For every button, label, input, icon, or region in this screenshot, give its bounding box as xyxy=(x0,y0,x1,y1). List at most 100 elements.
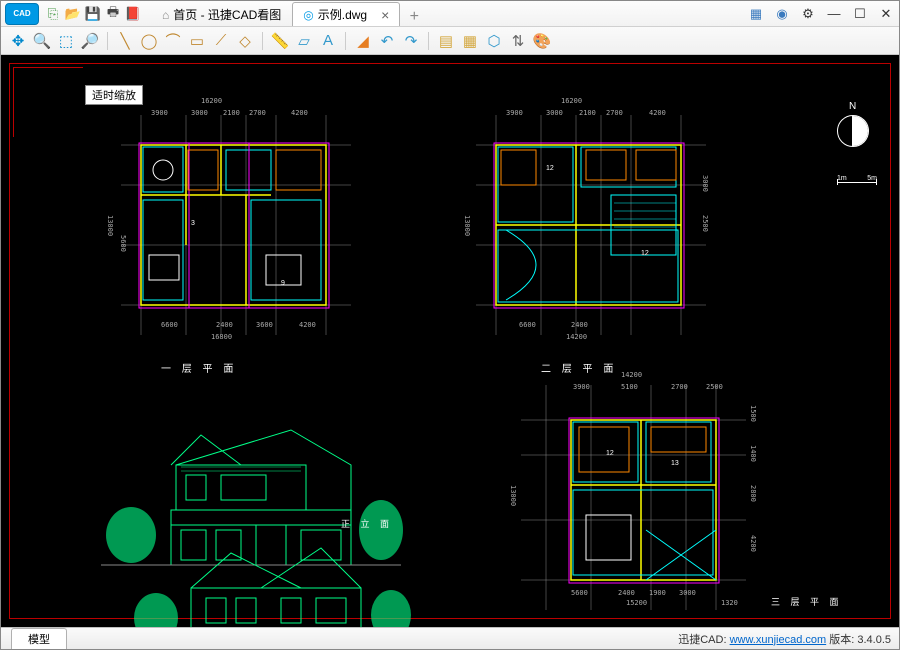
version-info: 迅捷CAD: www.xunjiecad.com 版本: 3.4.0.5 xyxy=(678,631,891,647)
dim: 16200 xyxy=(561,97,582,105)
polyline-icon[interactable]: ⟋ xyxy=(210,30,232,52)
tab-bar: ⌂ 首页 - 迅捷CAD看图 ◎ 示例.dwg × + xyxy=(151,1,747,26)
dim: 16200 xyxy=(201,97,222,105)
dim: 1400 xyxy=(749,445,757,462)
dim: 1320 xyxy=(721,599,738,607)
measure-icon[interactable]: 📏 xyxy=(269,30,291,52)
brand-label: 迅捷CAD: xyxy=(678,634,726,646)
dim: 3900 xyxy=(151,109,168,117)
floor-plan-3: 12 13 xyxy=(491,365,791,625)
line-icon[interactable]: ╲ xyxy=(114,30,136,52)
separator xyxy=(345,32,346,50)
version-label: 版本: xyxy=(829,634,854,646)
settings-icon[interactable]: ⚙ xyxy=(799,5,817,23)
dim: 2500 xyxy=(706,383,723,391)
dim: 4200 xyxy=(749,535,757,552)
dim: 5600 xyxy=(571,589,588,597)
zoom-extents-icon[interactable]: 🔍 xyxy=(31,30,53,52)
scale-bar: 1m5m xyxy=(837,175,877,183)
close-button[interactable]: ✕ xyxy=(877,5,895,23)
text-icon[interactable]: A xyxy=(317,30,339,52)
maximize-button[interactable]: ☐ xyxy=(851,5,869,23)
area-icon[interactable]: ▱ xyxy=(293,30,315,52)
undo-icon[interactable]: ↶ xyxy=(376,30,398,52)
svg-text:12: 12 xyxy=(641,250,649,257)
elevation-side xyxy=(121,533,421,627)
redo-icon[interactable]: ↷ xyxy=(400,30,422,52)
dim: 2700 xyxy=(249,109,266,117)
layers-icon[interactable]: ▦ xyxy=(747,5,765,23)
dim: 2700 xyxy=(606,109,623,117)
layer-icon[interactable]: ▤ xyxy=(435,30,457,52)
svg-text:13: 13 xyxy=(671,460,679,467)
pan-icon[interactable]: ✥ xyxy=(7,30,29,52)
tab-home[interactable]: ⌂ 首页 - 迅捷CAD看图 xyxy=(151,2,292,26)
circle-icon[interactable]: ◯ xyxy=(138,30,160,52)
drawing-canvas[interactable]: 适时缩放 3 9 16200 3900 3000 2100 2700 xyxy=(1,55,899,627)
open-folder-icon[interactable]: 📂 xyxy=(65,6,81,22)
arc-icon[interactable]: ⌒ xyxy=(162,30,184,52)
window-controls: ▦ ◉ ⚙ — ☐ ✕ xyxy=(747,5,895,23)
dim: 16800 xyxy=(211,333,232,341)
corner-mark xyxy=(13,67,83,137)
separator xyxy=(262,32,263,50)
version-value: 3.4.0.5 xyxy=(857,634,891,646)
rect-icon[interactable]: ▭ xyxy=(186,30,208,52)
compass-north-label: N xyxy=(849,101,856,112)
dim: 2100 xyxy=(579,109,596,117)
tab-file-label: 示例.dwg xyxy=(318,6,367,23)
dim: 14200 xyxy=(621,371,642,379)
dim: 13000 xyxy=(106,215,114,236)
dim: 5600 xyxy=(119,235,127,252)
dim: 3000 xyxy=(679,589,696,597)
dim: 3900 xyxy=(573,383,590,391)
tab-home-label: 首页 - 迅捷CAD看图 xyxy=(173,6,281,23)
eraser-icon[interactable]: ◢ xyxy=(352,30,374,52)
help-icon[interactable]: ◉ xyxy=(773,5,791,23)
svg-text:12: 12 xyxy=(546,165,554,172)
pdf-icon[interactable]: 📕 xyxy=(125,6,141,22)
dim: 15200 xyxy=(626,599,647,607)
dim: 2400 xyxy=(571,321,588,329)
plan-3-title: 三 层 平 面 xyxy=(771,595,843,608)
zoom-window-icon[interactable]: ⬚ xyxy=(55,30,77,52)
new-tab-button[interactable]: + xyxy=(404,8,424,26)
model-tab[interactable]: 模型 xyxy=(11,628,67,649)
app-logo: CAD xyxy=(5,3,39,25)
dim: 2100 xyxy=(223,109,240,117)
3d-icon[interactable]: ⬡ xyxy=(483,30,505,52)
shape-icon[interactable]: ◇ xyxy=(234,30,256,52)
compass: N xyxy=(837,115,869,147)
toolbar: ✥ 🔍 ⬚ 🔎 ╲ ◯ ⌒ ▭ ⟋ ◇ 📏 ▱ A ◢ ↶ ↷ ▤ ▦ ⬡ ⇅ … xyxy=(1,27,899,55)
dim: 3000 xyxy=(701,175,709,192)
dim: 14200 xyxy=(566,333,587,341)
dim: 3600 xyxy=(256,321,273,329)
dim: 2700 xyxy=(671,383,688,391)
block-icon[interactable]: ▦ xyxy=(459,30,481,52)
tab-file[interactable]: ◎ 示例.dwg × xyxy=(292,2,400,26)
dwg-icon: ◎ xyxy=(303,8,313,22)
svg-text:3: 3 xyxy=(191,220,195,227)
save-icon[interactable]: 💾 xyxy=(85,6,101,22)
dim: 4200 xyxy=(299,321,316,329)
dim: 2800 xyxy=(749,485,757,502)
website-link[interactable]: www.xunjiecad.com xyxy=(730,634,827,646)
svg-text:9: 9 xyxy=(281,280,285,287)
dim: 3000 xyxy=(191,109,208,117)
close-tab-icon[interactable]: × xyxy=(381,7,389,23)
home-icon: ⌂ xyxy=(162,8,169,22)
dim: 13000 xyxy=(463,215,471,236)
titlebar: CAD ⎘ 📂 💾 🖶 📕 ⌂ 首页 - 迅捷CAD看图 ◎ 示例.dwg × … xyxy=(1,1,899,27)
minimize-button[interactable]: — xyxy=(825,5,843,23)
new-file-icon[interactable]: ⎘ xyxy=(45,6,61,22)
dim: 1900 xyxy=(649,589,666,597)
dim: 6600 xyxy=(519,321,536,329)
dim: 3900 xyxy=(506,109,523,117)
color-icon[interactable]: 🎨 xyxy=(531,30,553,52)
separator xyxy=(107,32,108,50)
print-icon[interactable]: 🖶 xyxy=(105,6,121,22)
zoom-icon[interactable]: 🔎 xyxy=(79,30,101,52)
dim: 2400 xyxy=(216,321,233,329)
sort-icon[interactable]: ⇅ xyxy=(507,30,529,52)
dim: 3000 xyxy=(546,109,563,117)
